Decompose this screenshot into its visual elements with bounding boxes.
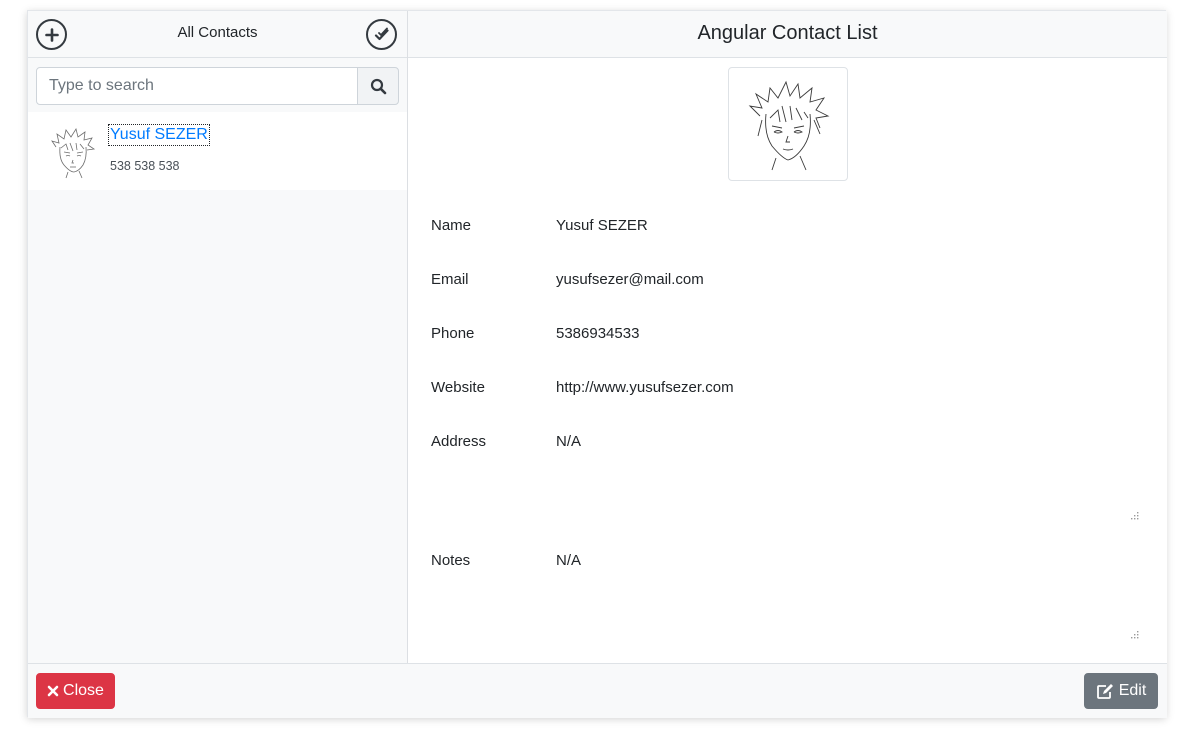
address-value: N/A [556, 433, 582, 450]
search-bar [36, 67, 399, 105]
notes-value: N/A [556, 552, 582, 569]
email-value: yusufsezer@mail.com [556, 271, 704, 288]
plus-circle-icon [44, 27, 59, 42]
add-contact-button[interactable] [36, 19, 67, 50]
contact-detail-panel: Angular Contact List Name Yusuf SEZER Em… [408, 11, 1167, 663]
notes-label: Notes [431, 552, 471, 569]
page-title: Angular Contact List [408, 11, 1167, 58]
sidebar-header: All Contacts [28, 11, 407, 58]
search-button[interactable] [357, 67, 399, 105]
search-input[interactable] [36, 67, 358, 105]
notes-resize-grip-icon[interactable] [1130, 630, 1140, 640]
contact-photo [728, 67, 848, 181]
website-value: http://www.yusufsezer.com [556, 379, 734, 396]
contact-name-link[interactable]: Yusuf SEZER [108, 124, 210, 146]
website-label: Website [431, 379, 485, 396]
name-value: Yusuf SEZER [556, 217, 648, 234]
close-button[interactable]: Close [36, 673, 115, 709]
close-button-label: Close [63, 682, 104, 699]
contact-phone: 538 538 538 [110, 159, 180, 173]
phone-label: Phone [431, 325, 475, 342]
times-icon [47, 685, 59, 697]
address-label: Address [431, 433, 487, 450]
edit-icon [1096, 684, 1113, 699]
contacts-sidebar: All Contacts Type to search Yusuf SEZER … [28, 11, 408, 663]
double-check-icon [374, 27, 389, 40]
contact-app-window: All Contacts Type to search Yusuf SEZER … [27, 10, 1167, 718]
edit-button-label: Edit [1118, 682, 1147, 699]
anime-portrait-image [748, 80, 830, 171]
sidebar-title: All Contacts [177, 24, 258, 41]
edit-button[interactable]: Edit [1084, 673, 1158, 709]
contact-list-item[interactable]: Yusuf SEZER 538 538 538 [28, 112, 407, 190]
footer-bar: Close Edit [28, 663, 1167, 718]
email-label: Email [431, 271, 469, 288]
phone-value: 5386934533 [556, 325, 640, 342]
contact-avatar [51, 127, 96, 179]
search-icon [370, 78, 386, 94]
name-label: Name [431, 217, 472, 234]
address-resize-grip-icon[interactable] [1130, 511, 1140, 521]
select-contacts-button[interactable] [366, 19, 397, 50]
